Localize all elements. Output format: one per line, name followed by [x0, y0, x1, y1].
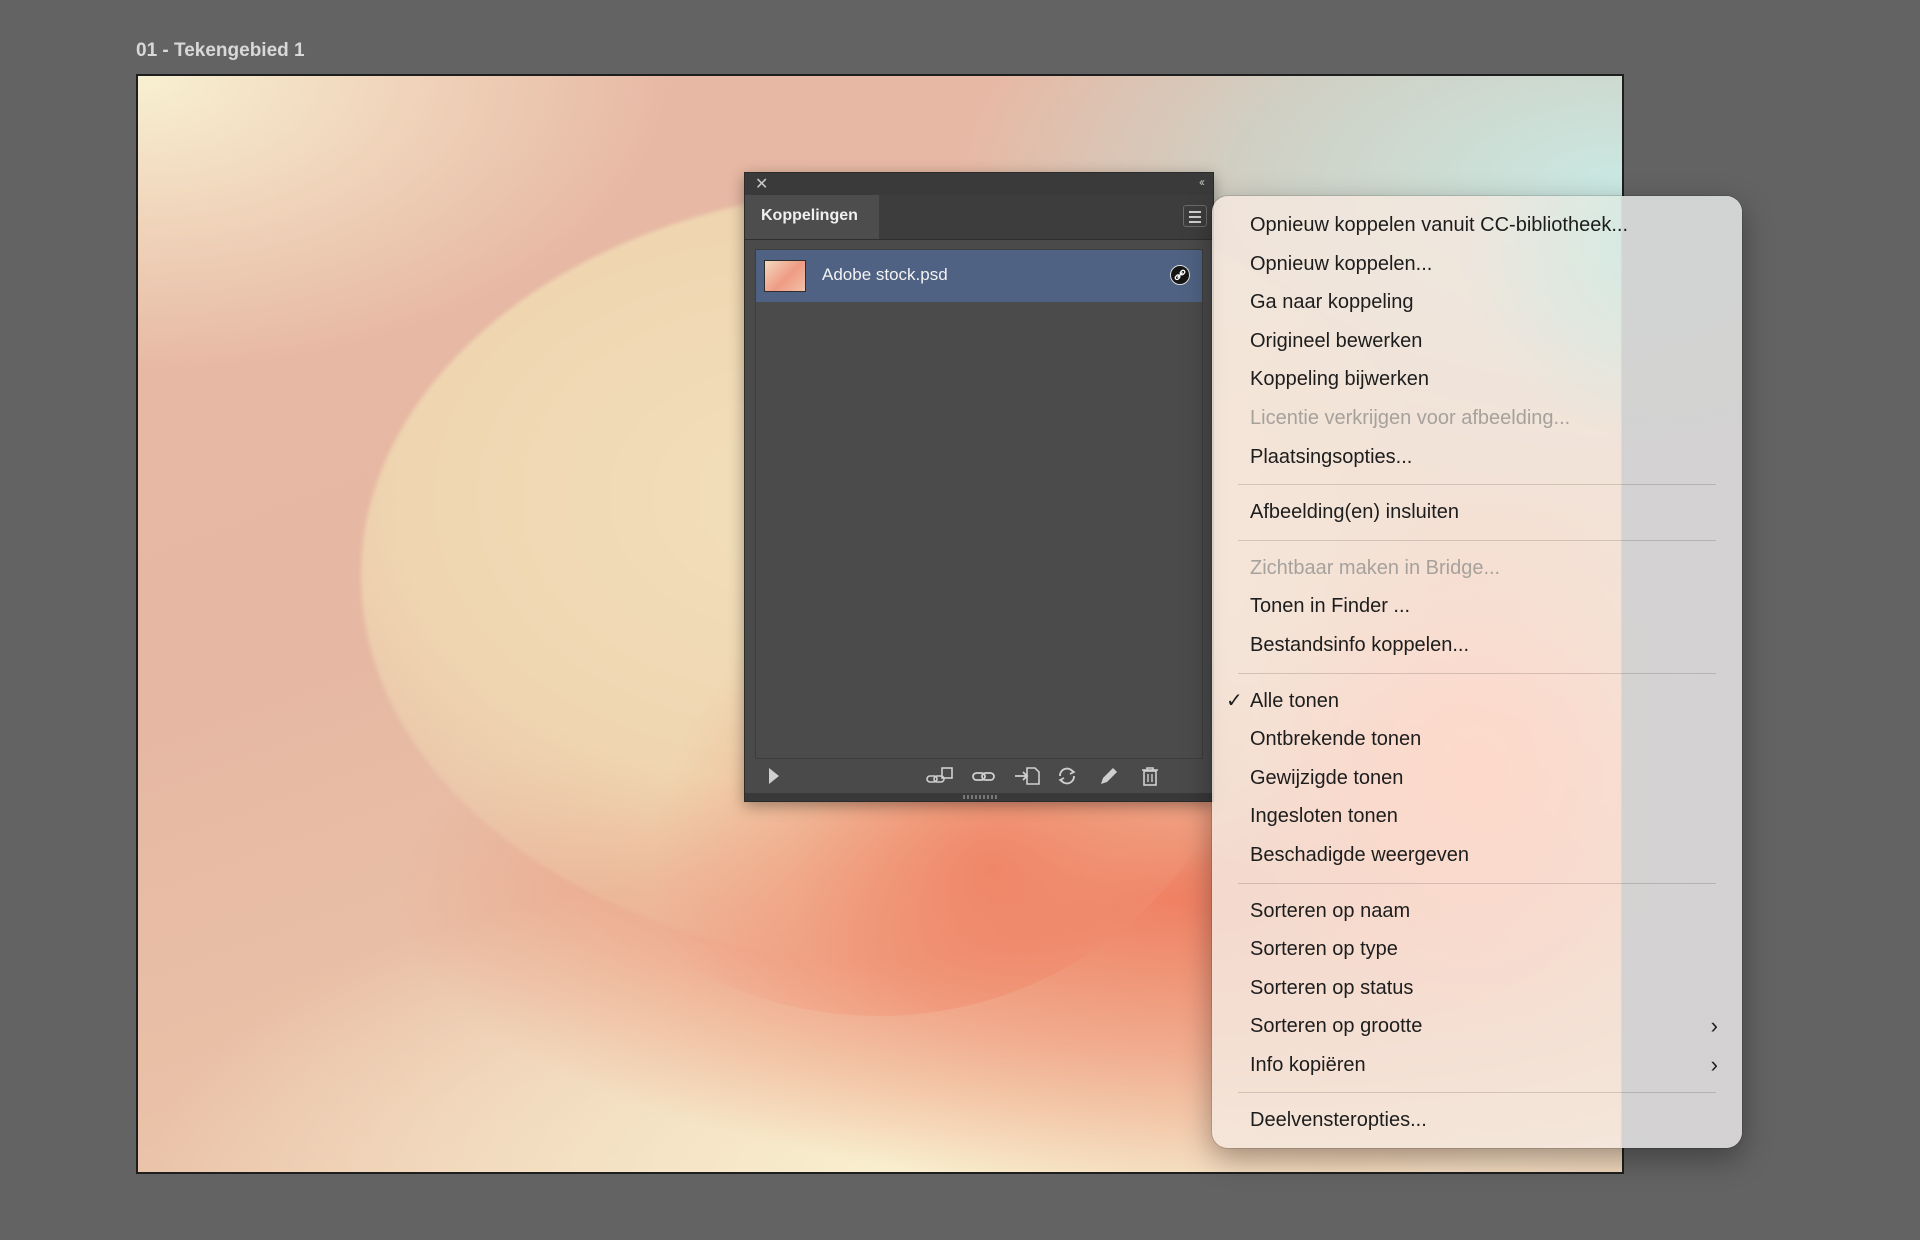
- menu-item[interactable]: Afbeelding(en) insluiten: [1212, 493, 1742, 532]
- menu-item[interactable]: Ingesloten tonen: [1212, 797, 1742, 836]
- links-panel: ✕ ‹‹ Koppelingen Adobe stock.psd: [744, 172, 1214, 802]
- menu-item[interactable]: Sorteren op status: [1212, 969, 1742, 1008]
- menu-item[interactable]: Koppeling bijwerken: [1212, 360, 1742, 399]
- menu-item-label: Zichtbaar maken in Bridge...: [1250, 556, 1501, 579]
- menu-item[interactable]: Opnieuw koppelen vanuit CC-bibliotheek..…: [1212, 206, 1742, 245]
- chevron-right-icon: ›: [1710, 1013, 1718, 1039]
- menu-item[interactable]: ✓ Alle tonen: [1212, 682, 1742, 721]
- link-row[interactable]: Adobe stock.psd: [756, 250, 1202, 302]
- update-link-icon[interactable]: [1055, 765, 1079, 787]
- menu-item-label: Koppeling bijwerken: [1250, 368, 1430, 391]
- menu-item[interactable]: Info kopiëren ›: [1212, 1046, 1742, 1085]
- menu-item-label: Bestandsinfo koppelen...: [1250, 633, 1470, 656]
- menu-items: Opnieuw koppelen vanuit CC-bibliotheek..…: [1212, 206, 1742, 1140]
- menu-separator: [1212, 1084, 1742, 1101]
- chevron-right-icon: ›: [1710, 1051, 1718, 1077]
- hamburger-menu-icon[interactable]: [1183, 205, 1207, 227]
- menu-separator: [1212, 532, 1742, 549]
- separator-line: [1238, 672, 1716, 674]
- links-list: Adobe stock.psd: [755, 249, 1203, 759]
- menu-item[interactable]: Gewijzigde tonen: [1212, 759, 1742, 798]
- go-to-link-icon[interactable]: [1013, 765, 1041, 787]
- link-icon: [1170, 265, 1190, 285]
- menu-item-label: Sorteren op grootte: [1250, 1015, 1423, 1038]
- menu-item-label: Origineel bewerken: [1250, 329, 1423, 352]
- panel-resize-handle[interactable]: [745, 793, 1213, 801]
- menu-item: Licentie verkrijgen voor afbeelding...: [1212, 399, 1742, 438]
- menu-item-label: Plaatsingsopties...: [1250, 445, 1413, 468]
- menu-item-label: Beschadigde weergeven: [1250, 843, 1470, 866]
- delete-icon[interactable]: [1139, 765, 1161, 787]
- menu-item[interactable]: Plaatsingsopties...: [1212, 438, 1742, 477]
- menu-item-label: Info kopiëren: [1250, 1053, 1366, 1076]
- menu-item[interactable]: Ontbrekende tonen: [1212, 720, 1742, 759]
- menu-item[interactable]: Sorteren op naam: [1212, 892, 1742, 931]
- separator-line: [1238, 1092, 1716, 1094]
- menu-item[interactable]: Bestandsinfo koppelen...: [1212, 626, 1742, 665]
- menu-item[interactable]: Beschadigde weergeven: [1212, 836, 1742, 875]
- panel-tab-bar: Koppelingen: [745, 195, 1213, 240]
- menu-item: Zichtbaar maken in Bridge...: [1212, 549, 1742, 588]
- menu-item-label: Gewijzigde tonen: [1250, 766, 1404, 789]
- tab-koppelingen[interactable]: Koppelingen: [745, 195, 879, 239]
- separator-line: [1238, 539, 1716, 541]
- menu-item[interactable]: Origineel bewerken: [1212, 322, 1742, 361]
- menu-item-label: Opnieuw koppelen...: [1250, 252, 1433, 275]
- menu-item[interactable]: Ga naar koppeling: [1212, 283, 1742, 322]
- menu-separator: [1212, 875, 1742, 892]
- menu-item[interactable]: Deelvensteropties...: [1212, 1101, 1742, 1140]
- menu-item-label: Ingesloten tonen: [1250, 805, 1398, 828]
- artboard-label: 01 - Tekengebied 1: [136, 40, 305, 61]
- menu-item-label: Ga naar koppeling: [1250, 291, 1414, 314]
- checkmark-icon: ✓: [1226, 689, 1243, 712]
- menu-item-label: Sorteren op naam: [1250, 899, 1411, 922]
- relink-icon[interactable]: [971, 765, 997, 787]
- menu-item-label: Licentie verkrijgen voor afbeelding...: [1250, 406, 1571, 429]
- menu-separator: [1212, 665, 1742, 682]
- menu-separator: [1212, 476, 1742, 493]
- menu-item[interactable]: Sorteren op type: [1212, 930, 1742, 969]
- close-icon[interactable]: ✕: [755, 174, 768, 194]
- menu-item-label: Afbeelding(en) insluiten: [1250, 501, 1460, 524]
- menu-item[interactable]: Tonen in Finder ...: [1212, 587, 1742, 626]
- separator-line: [1238, 484, 1716, 486]
- link-name: Adobe stock.psd: [822, 265, 948, 284]
- panel-title-bar[interactable]: ✕ ‹‹: [745, 173, 1213, 195]
- panel-context-menu: Opnieuw koppelen vanuit CC-bibliotheek..…: [1212, 196, 1742, 1148]
- play-icon[interactable]: [767, 765, 781, 787]
- menu-item-label: Opnieuw koppelen vanuit CC-bibliotheek..…: [1250, 214, 1628, 236]
- link-thumbnail: [764, 260, 806, 292]
- menu-item-label: Sorteren op status: [1250, 976, 1414, 999]
- menu-item-label: Deelvensteropties...: [1250, 1109, 1427, 1132]
- menu-item-label: Ontbrekende tonen: [1250, 728, 1422, 751]
- menu-item-label: Alle tonen: [1250, 689, 1339, 712]
- grip-icon: [963, 795, 997, 799]
- relink-from-cc-library-icon[interactable]: [925, 765, 955, 787]
- separator-line: [1238, 882, 1716, 884]
- panel-footer: [745, 761, 1213, 793]
- menu-item[interactable]: Sorteren op grootte ›: [1212, 1007, 1742, 1046]
- menu-item-label: Tonen in Finder ...: [1250, 595, 1411, 618]
- double-chevron-left-icon[interactable]: ‹‹: [1199, 175, 1205, 189]
- menu-item[interactable]: Opnieuw koppelen...: [1212, 245, 1742, 284]
- edit-original-icon[interactable]: [1097, 765, 1121, 787]
- menu-item-label: Sorteren op type: [1250, 938, 1398, 961]
